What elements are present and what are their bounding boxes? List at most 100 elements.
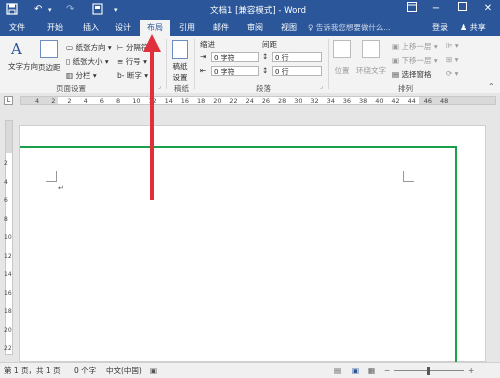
spacing-after-icon: ↕: [262, 66, 269, 75]
ruler-number: 46: [423, 97, 433, 105]
bring-forward-button[interactable]: ▣ 上移一层 ▾: [392, 41, 438, 52]
ribbon-display-icon[interactable]: [402, 2, 422, 17]
redo-icon[interactable]: ↷: [66, 3, 74, 17]
tab-review[interactable]: 审阅: [240, 20, 270, 36]
save-icon[interactable]: [6, 3, 18, 20]
align-button[interactable]: ⊫ ▾: [446, 41, 459, 50]
tab-insert[interactable]: 插入: [76, 20, 106, 36]
ruler-number: 4: [35, 97, 40, 105]
undo-icon[interactable]: ↶: [34, 3, 42, 17]
tab-mailings[interactable]: 邮件: [206, 20, 236, 36]
ruler-number: 24: [245, 97, 254, 105]
spacing-heading: 间距: [262, 40, 277, 49]
spacing-after-value: 0 行: [275, 68, 289, 76]
wrap-text-button[interactable]: 环绕文字: [356, 40, 386, 76]
selection-pane-button[interactable]: ▤ 选择窗格: [392, 69, 431, 80]
manuscript-settings-button[interactable]: 稿纸 设置: [172, 40, 188, 83]
close-icon[interactable]: ✕: [478, 2, 498, 16]
tab-view[interactable]: 视图: [274, 20, 304, 36]
indent-heading: 缩进: [200, 40, 215, 49]
person-icon: ♟: [460, 23, 468, 32]
title-bar: ↶ ▾ ↷ ▾ 文档1 [兼容模式] - Word − ✕: [0, 0, 500, 20]
print-layout-icon[interactable]: ▣: [352, 365, 359, 376]
size-icon: ▯: [66, 57, 71, 66]
print-preview-icon[interactable]: [92, 3, 103, 20]
minimize-icon[interactable]: −: [426, 2, 446, 16]
ruler-number: 8: [116, 97, 121, 105]
tell-me-search[interactable]: ♀ 告诉我您想要做什么...: [308, 20, 391, 36]
position-button[interactable]: 位置: [333, 40, 351, 76]
page-count[interactable]: 第 1 页，共 1 页: [4, 365, 61, 376]
spacing-after-input[interactable]: 0 行: [272, 66, 322, 76]
ruler-number: 48: [440, 97, 449, 105]
zoom-in-icon[interactable]: +: [468, 365, 474, 376]
page-border-top: [20, 146, 456, 148]
ruler-number: 4: [83, 97, 88, 105]
ruler-number: 14: [164, 97, 173, 105]
tab-selector-icon[interactable]: L: [4, 96, 13, 105]
size-label: 纸张大小: [72, 57, 103, 66]
vertical-ruler-number: 8: [4, 215, 8, 223]
indent-left-value: 0 字符: [214, 54, 235, 62]
group-separator: [328, 39, 329, 89]
quick-access-dropdown-icon[interactable]: ▾: [114, 3, 118, 17]
web-layout-icon[interactable]: ▦: [368, 365, 375, 376]
ruler-number: 18: [197, 97, 206, 105]
zoom-slider-thumb[interactable]: [427, 367, 430, 375]
send-backward-label: 下移一层: [401, 56, 432, 65]
manuscript-label-2: 设置: [172, 73, 188, 82]
vertical-ruler-number: 12: [4, 252, 12, 260]
login-link[interactable]: 登录: [432, 20, 448, 36]
vertical-ruler-number: 16: [4, 289, 12, 297]
manuscript-label-1: 稿纸: [172, 62, 188, 71]
indent-right-input[interactable]: 0 字符: [211, 66, 259, 76]
group-separator: [194, 39, 195, 89]
spacing-before-input[interactable]: 0 行: [272, 52, 322, 62]
undo-dropdown-icon[interactable]: ▾: [48, 3, 52, 17]
margins-button[interactable]: 页边距: [38, 40, 61, 73]
vertical-ruler-number: 2: [4, 160, 8, 167]
orientation-label: 纸张方向: [75, 43, 106, 52]
document-page[interactable]: ↵: [19, 125, 486, 362]
collapse-ribbon-icon[interactable]: ⌃: [488, 82, 495, 91]
restore-icon[interactable]: [452, 2, 472, 16]
columns-icon: ▥: [66, 71, 74, 80]
ruler-number: 28: [278, 97, 287, 105]
language-indicator[interactable]: 中文(中国): [106, 365, 142, 376]
vertical-ruler-number: 6: [4, 197, 8, 204]
tab-home[interactable]: 开始: [40, 20, 70, 36]
paragraph-launcher-icon[interactable]: ⌟: [320, 83, 323, 90]
size-button[interactable]: ▯ 纸张大小 ▾: [66, 56, 109, 67]
ribbon-layout: A 文字方向 页边距 ▭ 纸张方向 ▾ ▯ 纸张大小 ▾ ▥ 分栏 ▾ ⊢ 分隔…: [0, 36, 500, 94]
line-numbers-label: 行号: [125, 57, 141, 66]
zoom-out-icon[interactable]: −: [384, 365, 390, 376]
ruler-number: 2: [51, 97, 56, 105]
tab-design[interactable]: 设计: [108, 20, 138, 36]
word-count[interactable]: 0 个字: [74, 365, 96, 376]
wrap-text-label: 环绕文字: [356, 66, 386, 75]
annotation-arrow-icon: [143, 34, 161, 200]
vertical-ruler-number: 4: [4, 178, 8, 186]
margins-icon: [40, 40, 58, 58]
indent-left-input[interactable]: 0 字符: [211, 52, 259, 62]
macro-record-icon[interactable]: ▣: [150, 365, 157, 376]
group-button[interactable]: ⊞ ▾: [446, 55, 458, 64]
share-button[interactable]: ♟ 共享: [460, 21, 486, 35]
wrap-text-icon: [362, 40, 380, 58]
orientation-icon: ▭: [66, 43, 74, 52]
rotate-button[interactable]: ⟳ ▾: [446, 69, 458, 78]
orientation-button[interactable]: ▭ 纸张方向 ▾: [66, 42, 112, 53]
read-mode-icon[interactable]: ▤: [334, 365, 341, 376]
ruler-number: 16: [180, 97, 190, 105]
vertical-ruler-number: 10: [4, 234, 12, 241]
text-direction-button[interactable]: A 文字方向: [8, 40, 38, 72]
tab-references[interactable]: 引用: [172, 20, 202, 36]
columns-button[interactable]: ▥ 分栏 ▾: [66, 70, 97, 81]
ribbon-tabs: 文件 开始 插入 设计 布局 引用 邮件 审阅 视图 ♀ 告诉我您想要做什么..…: [0, 20, 500, 36]
send-backward-button[interactable]: ▣ 下移一层 ▾: [392, 55, 438, 66]
horizontal-ruler[interactable]: 4224681012141618202224262830323436384042…: [20, 96, 496, 105]
group-icon: ⊞: [446, 55, 453, 64]
tab-file[interactable]: 文件: [2, 20, 32, 36]
vertical-ruler-margin-top: [6, 121, 12, 153]
send-backward-icon: ▣: [392, 56, 400, 65]
